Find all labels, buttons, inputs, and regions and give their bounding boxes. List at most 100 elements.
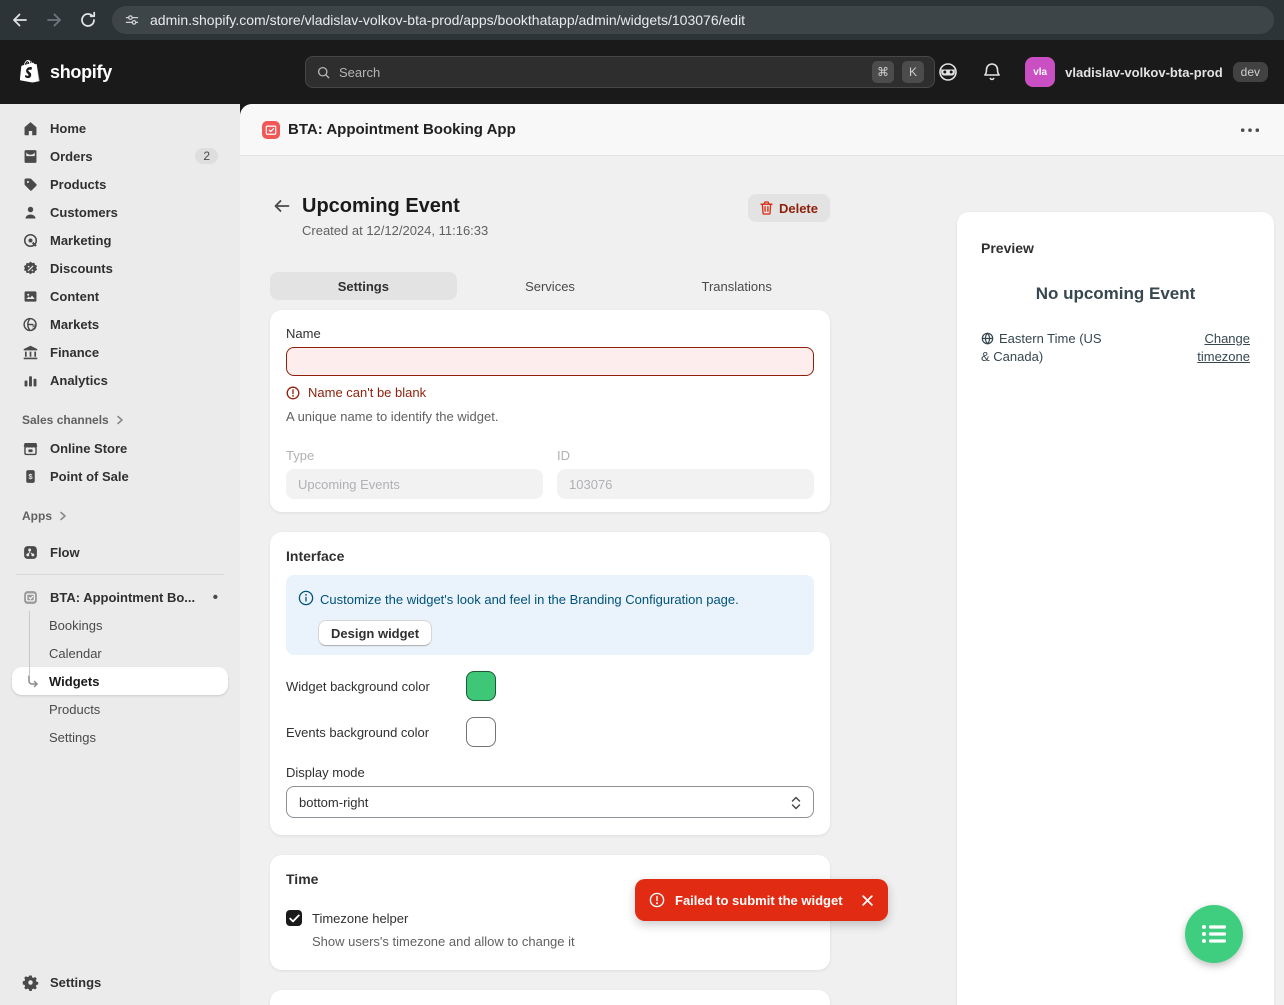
gear-icon — [22, 974, 39, 991]
browser-reload-icon[interactable] — [78, 10, 98, 30]
design-widget-button[interactable]: Design widget — [318, 620, 432, 646]
timezone-helper-label: Timezone helper — [312, 911, 408, 926]
sidebar-item-orders[interactable]: Orders 2 — [12, 142, 228, 170]
bta-app-logo — [262, 121, 280, 139]
preview-title: Preview — [981, 240, 1034, 256]
sidebar-item-discounts[interactable]: Discounts — [12, 254, 228, 282]
sidebar-item-app-settings[interactable]: Settings — [12, 723, 228, 751]
sidebar-divider — [16, 574, 224, 575]
sidebar-item-calendar[interactable]: Calendar — [12, 639, 228, 667]
browser-forward-icon[interactable] — [44, 10, 64, 30]
widget-bg-color-row: Widget background color — [286, 671, 814, 701]
chevron-right-icon — [58, 511, 68, 521]
analytics-bars-icon — [22, 372, 39, 389]
flow-app-icon — [22, 544, 39, 561]
sidebar-item-app-products[interactable]: Products — [12, 695, 228, 723]
trash-icon — [760, 201, 773, 215]
sidebar-item-widgets[interactable]: Widgets — [12, 667, 228, 695]
sales-channels-header[interactable]: Sales channels — [12, 410, 228, 430]
id-input-disabled: 103076 — [557, 469, 814, 499]
app-title-bar: BTA: Appointment Booking App — [240, 104, 1284, 156]
display-mode-label: Display mode — [286, 765, 814, 780]
quick-list-fab[interactable] — [1185, 905, 1243, 963]
banner-text: Customize the widget's look and feel in … — [320, 592, 739, 607]
sidebar-item-finance[interactable]: Finance — [12, 338, 228, 366]
tab-translations[interactable]: Translations — [643, 272, 830, 300]
admin-top-bar: shopify ⌘ K vla vladislav-volkov-bta-pro… — [0, 40, 1284, 104]
change-timezone-link[interactable]: Change timezone — [1180, 330, 1250, 365]
error-alert-icon — [286, 386, 300, 400]
timezone-helper-checkbox[interactable] — [286, 910, 302, 926]
products-tag-icon — [22, 176, 39, 193]
back-arrow-icon[interactable] — [272, 196, 292, 216]
sidebar-item-markets[interactable]: $ Markets — [12, 310, 228, 338]
search-input[interactable] — [339, 65, 864, 80]
shopify-wordmark: shopify — [50, 62, 112, 83]
browser-back-icon[interactable] — [10, 10, 30, 30]
page-header: Upcoming Event Created at 12/12/2024, 11… — [270, 194, 830, 240]
point-of-sale-icon: $ — [22, 468, 39, 485]
tab-settings[interactable]: Settings — [270, 272, 457, 300]
url-text: admin.shopify.com/store/vladislav-volkov… — [150, 12, 745, 28]
toast-close-icon[interactable] — [861, 894, 874, 907]
customers-icon — [22, 204, 39, 221]
store-name: vladislav-volkov-bta-prod — [1065, 65, 1222, 80]
name-error: Name can't be blank — [286, 385, 814, 400]
home-icon — [22, 120, 39, 137]
name-label: Name — [286, 326, 814, 341]
sidebar-item-analytics[interactable]: Analytics — [12, 366, 228, 394]
sidebar-item-flow[interactable]: Flow — [12, 538, 228, 566]
site-settings-icon[interactable] — [124, 12, 140, 28]
tab-services[interactable]: Services — [457, 272, 644, 300]
display-mode-select[interactable]: bottom-right — [286, 786, 814, 818]
sidebar-item-online-store[interactable]: Online Store — [12, 434, 228, 462]
interface-card: Interface Customize the widget's look an… — [270, 532, 830, 835]
preview-timezone: Eastern Time (US & Canada) — [981, 330, 1106, 365]
tab-bar: Settings Services Translations — [270, 272, 830, 300]
address-bar[interactable]: admin.shopify.com/store/vladislav-volkov… — [112, 6, 1274, 34]
type-label: Type — [286, 448, 543, 463]
sidebar-item-home[interactable]: Home — [12, 114, 228, 142]
timezone-helper-help: Show users's timezone and allow to chang… — [312, 934, 814, 949]
orders-count-badge: 2 — [195, 148, 218, 164]
sidebar-item-content[interactable]: Content — [12, 282, 228, 310]
interface-title: Interface — [286, 548, 814, 564]
apps-header[interactable]: Apps — [12, 506, 228, 526]
sidebar-item-point-of-sale[interactable]: $ Point of Sale — [12, 462, 228, 490]
widget-bg-color-swatch[interactable] — [466, 671, 496, 701]
error-toast: Failed to submit the widget — [635, 879, 888, 921]
events-bg-color-swatch[interactable] — [466, 717, 496, 747]
events-bg-color-label: Events background color — [286, 725, 466, 740]
sidebar-item-customers[interactable]: Customers — [12, 198, 228, 226]
bta-app-subtree: Bookings Calendar Widgets Products Setti… — [0, 611, 240, 751]
account-menu[interactable]: vla vladislav-volkov-bta-prod dev — [1025, 57, 1268, 87]
name-card: Name Name can't be blank A unique name t… — [270, 310, 830, 512]
orders-icon — [22, 148, 39, 165]
online-store-icon — [22, 440, 39, 457]
global-search[interactable]: ⌘ K — [305, 56, 935, 88]
select-caret-icon — [789, 795, 803, 811]
avatar: vla — [1025, 57, 1055, 87]
sidekick-icon[interactable] — [937, 61, 959, 83]
notifications-bell-icon[interactable] — [981, 61, 1003, 83]
elbow-arrow-icon — [26, 674, 40, 688]
sidebar-item-settings[interactable]: Settings — [12, 968, 228, 996]
page-content: Upcoming Event Created at 12/12/2024, 11… — [240, 156, 1284, 1005]
toast-alert-icon — [649, 892, 665, 908]
globe-icon — [981, 332, 994, 345]
type-input-disabled: Upcoming Events — [286, 469, 543, 499]
preview-panel: Preview No upcoming Event Eastern Time (… — [957, 212, 1274, 1005]
shopify-logo[interactable]: shopify — [20, 59, 112, 85]
toast-message: Failed to submit the widget — [675, 893, 843, 908]
info-icon — [298, 590, 314, 606]
sidebar-item-products[interactable]: Products — [12, 170, 228, 198]
delete-button[interactable]: Delete — [748, 194, 830, 222]
env-badge: dev — [1233, 62, 1268, 82]
sidebar-item-bookings[interactable]: Bookings — [12, 611, 228, 639]
next-card-partial — [270, 990, 830, 1005]
sidebar-item-marketing[interactable]: Marketing — [12, 226, 228, 254]
sidebar-item-bta-app[interactable]: BTA: Appointment Bo... • — [12, 583, 228, 611]
more-actions-icon[interactable] — [1240, 126, 1260, 134]
name-input[interactable] — [286, 347, 814, 376]
kbd-k: K — [902, 61, 924, 83]
